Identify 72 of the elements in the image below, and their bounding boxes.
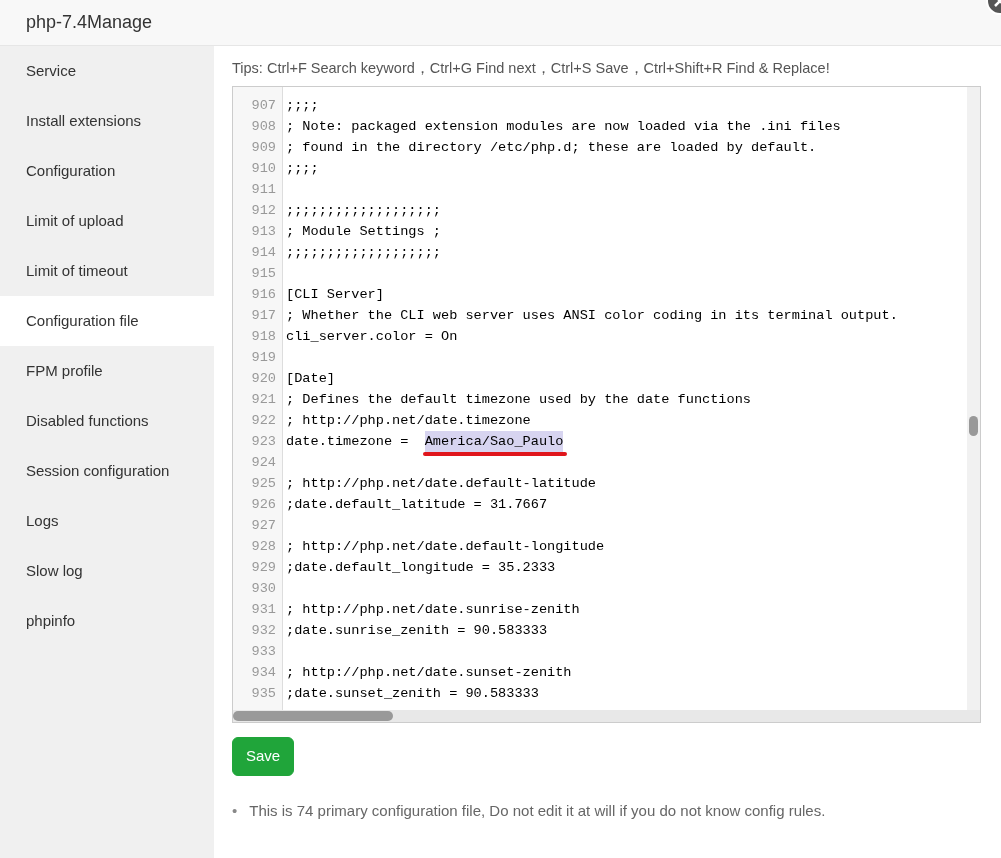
line-number: 922 — [250, 412, 277, 430]
line-number: 934 — [250, 664, 277, 682]
line-number: 914 — [250, 244, 277, 262]
line-number: 932 — [250, 622, 277, 640]
line-number: 912 — [250, 202, 277, 220]
code-text: cli_server.color = On — [286, 328, 458, 346]
line-number: 931 — [250, 601, 277, 619]
code-text: ;date.default_longitude = 35.2333 — [286, 559, 556, 577]
code-text: ; Defines the default timezone used by the date functions — [286, 391, 751, 409]
code-text: ;;;;;;;;;;;;;;;;;;; — [286, 244, 441, 262]
horizontal-scrollbar[interactable] — [233, 710, 980, 722]
code-text: ; http://php.net/date.sunrise-zenith — [286, 601, 580, 619]
code-text: ;date.sunset_zenith = 90.583333 — [286, 685, 539, 703]
line-number: 908 — [250, 118, 277, 136]
note-text: This is 74 primary configuration file, Do not edit it at will if you do not know config rules. — [249, 800, 826, 821]
scrollbar-thumb[interactable] — [233, 711, 393, 721]
sidebar-item[interactable]: phpinfo — [0, 596, 214, 646]
line-number: 929 — [250, 559, 277, 577]
bullet-icon: • — [232, 799, 238, 822]
line-number: 917 — [250, 307, 277, 325]
sidebar-item[interactable]: Service — [0, 46, 214, 96]
code-text: ; http://php.net/date.default-latitude — [286, 475, 596, 493]
code-text: date.timezone = — [286, 433, 410, 451]
sidebar-item[interactable]: FPM profile — [0, 346, 214, 396]
code-text: ;date.default_latitude = 31.7667 — [286, 496, 548, 514]
code-text: ; Module Settings ; — [286, 223, 441, 241]
code-text: ; Note: packaged extension modules are now loaded via the .ini files — [286, 118, 841, 136]
line-number: 924 — [250, 454, 277, 472]
line-number: 915 — [250, 265, 277, 283]
line-number: 921 — [250, 391, 277, 409]
sidebar-item[interactable]: Limit of upload — [0, 196, 214, 246]
sidebar-item[interactable]: Limit of timeout — [0, 246, 214, 296]
sidebar-item[interactable]: Logs — [0, 496, 214, 546]
code-editor[interactable] — [232, 86, 981, 723]
sidebar-item[interactable]: Configuration file — [0, 296, 214, 346]
line-number: 926 — [250, 496, 277, 514]
sidebar-item[interactable]: Install extensions — [0, 96, 214, 146]
tips-text: Tips: Ctrl+F Search keyword，Ctrl+G Find next，Ctrl+S Save，Ctrl+Shift+R Find & Replace! — [232, 59, 831, 78]
code-text: ;;;;;;;;;;;;;;;;;;; — [286, 202, 441, 220]
code-text: ; Whether the CLI web server uses ANSI color coding in its terminal output. — [286, 307, 898, 325]
line-number: 918 — [250, 328, 277, 346]
window-title: php-7.4Manage — [26, 11, 153, 34]
vertical-scrollbar[interactable] — [967, 87, 980, 712]
line-number: 923 — [250, 433, 277, 451]
line-number: 916 — [250, 286, 277, 304]
line-number: 928 — [250, 538, 277, 556]
line-number: 913 — [250, 223, 277, 241]
line-number: 911 — [250, 181, 277, 199]
sidebar-item[interactable]: Session configuration — [0, 446, 214, 496]
line-number: 919 — [250, 349, 277, 367]
code-text: ;date.sunrise_zenith = 90.583333 — [286, 622, 548, 640]
sidebar-item[interactable]: Configuration — [0, 146, 214, 196]
line-number: 920 — [250, 370, 277, 388]
code-text: ;;;; — [286, 160, 319, 178]
code-text: ; http://php.net/date.default-longitude — [286, 538, 605, 556]
code-text: [CLI Server] — [286, 286, 384, 304]
line-number: 930 — [250, 580, 277, 598]
sidebar-item[interactable]: Disabled functions — [0, 396, 214, 446]
scrollbar-thumb[interactable] — [969, 416, 978, 436]
line-number: 925 — [250, 475, 277, 493]
line-number: 927 — [250, 517, 277, 535]
line-number: 910 — [250, 160, 277, 178]
code-text: [Date] — [286, 370, 335, 388]
code-text: ; http://php.net/date.timezone — [286, 412, 531, 430]
code-text: ;;;; — [286, 97, 319, 115]
code-text: ; http://php.net/date.sunset-zenith — [286, 664, 572, 682]
line-number: 907 — [250, 97, 277, 115]
line-number: 933 — [250, 643, 277, 661]
line-number: 935 — [250, 685, 277, 703]
line-number: 909 — [250, 139, 277, 157]
sidebar-item[interactable]: Slow log — [0, 546, 214, 596]
code-text: ; found in the directory /etc/php.d; these are loaded by default. — [286, 139, 817, 157]
